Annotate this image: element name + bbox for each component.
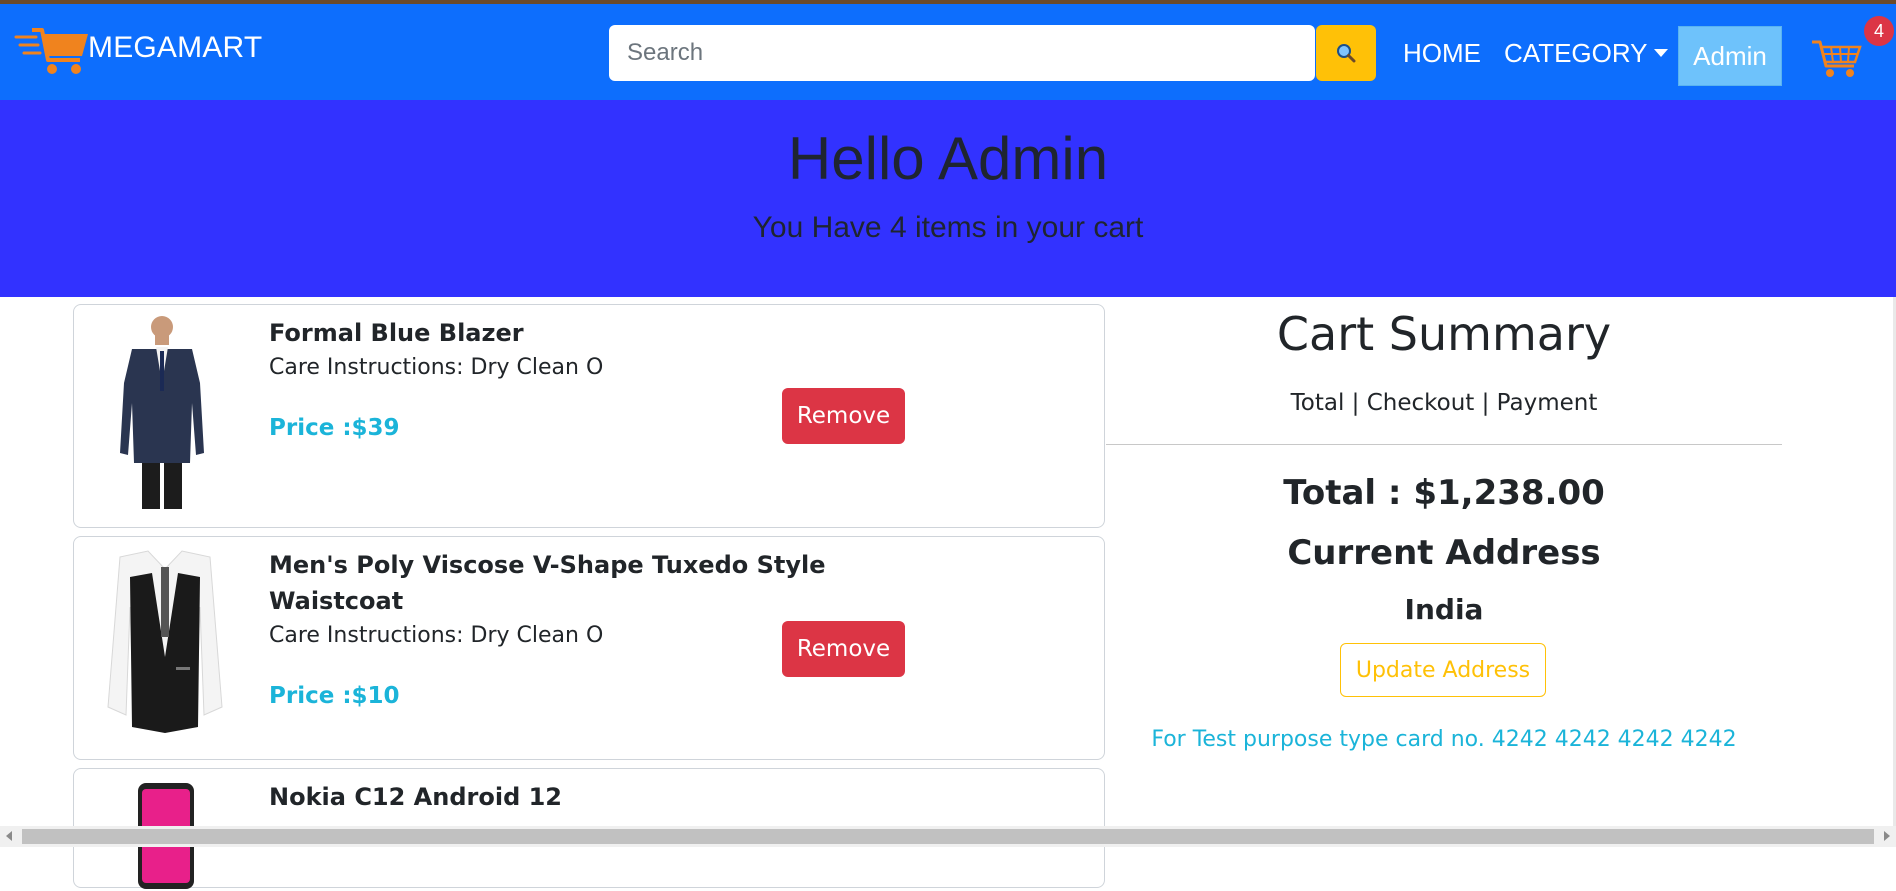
waistcoat-image (107, 550, 223, 733)
item-price: Price :$39 (269, 415, 400, 441)
update-address-button[interactable]: Update Address (1340, 643, 1546, 697)
item-care: Care Instructions: Dry Clean O (269, 355, 604, 380)
remove-button[interactable]: Remove (782, 388, 905, 444)
hero-subtitle: You Have 4 items in your cart (752, 211, 1144, 244)
search-button[interactable] (1316, 25, 1376, 81)
hero-greeting: Hello Admin (787, 125, 1109, 192)
item-price: Price :$10 (269, 683, 400, 709)
nav-home-link[interactable]: HOME (1403, 38, 1481, 69)
horizontal-scrollbar[interactable] (0, 826, 1896, 847)
cart-item-card: Men's Poly Viscose V-Shape Tuxedo Style … (73, 536, 1105, 760)
item-title: Nokia C12 Android 12 (269, 783, 563, 811)
scroll-left-icon[interactable] (6, 831, 12, 841)
navbar: MEGAMART HOME CATEGORY Admin 4 (0, 4, 1896, 100)
test-card-note: For Test purpose type card no. 4242 4242… (1151, 727, 1737, 752)
search-icon (1337, 44, 1356, 63)
scroll-right-icon[interactable] (1884, 831, 1890, 841)
brand[interactable]: MEGAMART (14, 26, 262, 76)
summary-total: Total : $1,238.00 (1283, 473, 1605, 513)
search-form (609, 25, 1315, 81)
item-title: Formal Blue Blazer (269, 319, 524, 347)
search-input[interactable] (609, 25, 1315, 81)
caret-down-icon (1653, 49, 1668, 58)
admin-button[interactable]: Admin (1678, 26, 1782, 86)
brand-name: MEGAMART (88, 31, 263, 64)
cart-icon[interactable] (1810, 38, 1862, 80)
summary-subtitle: Total | Checkout | Payment (1290, 390, 1598, 416)
scrollbar-thumb[interactable] (22, 829, 1874, 844)
current-address: India (1404, 593, 1484, 626)
item-care: Care Instructions: Dry Clean O (269, 623, 604, 648)
nav-category-label: CATEGORY (1504, 38, 1648, 68)
hero-banner: Hello Admin You Have 4 items in your car… (0, 100, 1896, 297)
item-title: Men's Poly Viscose V-Shape Tuxedo Style (269, 551, 826, 579)
address-heading: Current Address (1287, 533, 1601, 573)
blazer-image (120, 316, 204, 509)
cart-count-badge: 4 (1864, 16, 1894, 46)
shopping-cart-logo-icon (14, 28, 88, 74)
item-title-line2: Waistcoat (269, 587, 404, 615)
summary-title: Cart Summary (1276, 307, 1612, 361)
summary-divider (1106, 444, 1782, 445)
nav-category-dropdown[interactable]: CATEGORY (1504, 38, 1668, 69)
cart-item-card: Formal Blue Blazer Care Instructions: Dr… (73, 304, 1105, 528)
remove-button[interactable]: Remove (782, 621, 905, 677)
